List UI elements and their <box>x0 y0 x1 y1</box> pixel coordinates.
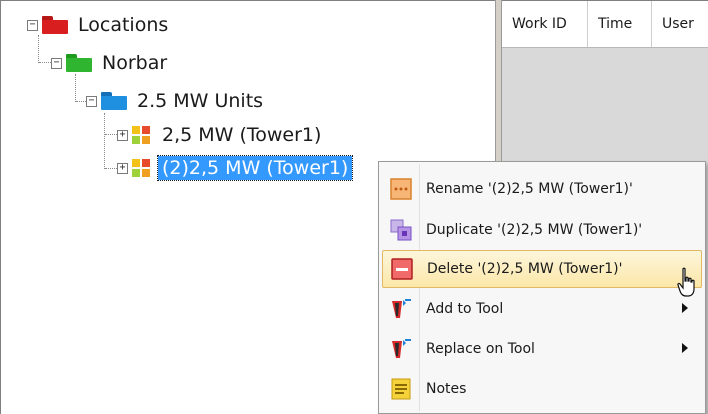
column-header-time[interactable]: Time <box>588 1 652 47</box>
folder-icon <box>66 54 92 72</box>
expand-toggle[interactable]: + <box>117 129 128 141</box>
tree-node-norbar[interactable]: − Norbar <box>51 49 171 77</box>
collapse-toggle[interactable]: − <box>27 19 38 31</box>
collapse-toggle[interactable]: − <box>86 95 97 107</box>
menu-item-label: Add to Tool <box>426 301 504 317</box>
expand-toggle[interactable]: + <box>117 162 128 174</box>
menu-item-label: Duplicate '(2)2,5 MW (Tower1)' <box>426 222 643 238</box>
tower-icon <box>132 126 150 144</box>
grid-header: Work ID Time User <box>502 1 708 48</box>
context-menu: Rename '(2)2,5 MW (Tower1)' Duplicate '(… <box>378 161 706 414</box>
folder-icon <box>101 92 127 110</box>
tree-node-locations[interactable]: − Locations <box>27 11 172 39</box>
menu-item-delete[interactable]: Delete '(2)2,5 MW (Tower1)' <box>382 250 702 288</box>
submenu-arrow-icon <box>682 303 688 313</box>
delete-icon <box>391 258 413 280</box>
folder-icon <box>42 16 68 34</box>
column-header-user[interactable]: User <box>652 1 708 47</box>
menu-item-label: Replace on Tool <box>426 341 535 357</box>
tree-node-tower1-copy[interactable]: + (2)2,5 MW (Tower1) <box>117 154 354 182</box>
tower-icon <box>132 159 150 177</box>
app-window: − Locations − Norbar − 2.5 MW Units + 2,… <box>0 0 708 414</box>
column-header-work-id[interactable]: Work ID <box>502 1 588 47</box>
tree-line <box>75 74 76 102</box>
menu-item-add-to-tool[interactable]: Add to Tool <box>382 290 702 328</box>
menu-item-notes[interactable]: Notes <box>382 370 702 408</box>
mouse-cursor-icon <box>677 267 695 297</box>
notes-icon <box>390 378 412 400</box>
tree-node-label: Norbar <box>102 52 168 74</box>
duplicate-icon <box>390 219 412 241</box>
tree-node-label-selected: (2)2,5 MW (Tower1) <box>156 155 354 181</box>
replace-on-tool-icon <box>390 338 412 360</box>
tree-line <box>104 113 105 169</box>
menu-item-label: Delete '(2)2,5 MW (Tower1)' <box>427 261 623 277</box>
tree-node-2-5-mw-units[interactable]: − 2.5 MW Units <box>86 87 267 115</box>
tree-node-label: 2.5 MW Units <box>137 90 264 112</box>
tree-node-tower1[interactable]: + 2,5 MW (Tower1) <box>117 121 325 149</box>
menu-item-duplicate[interactable]: Duplicate '(2)2,5 MW (Tower1)' <box>382 211 702 249</box>
collapse-toggle[interactable]: − <box>51 57 62 69</box>
submenu-arrow-icon <box>682 343 688 353</box>
rename-icon <box>390 178 412 200</box>
tree-line <box>39 62 51 63</box>
tree-line <box>38 35 39 63</box>
menu-item-rename[interactable]: Rename '(2)2,5 MW (Tower1)' <box>382 170 702 208</box>
menu-item-label: Rename '(2)2,5 MW (Tower1)' <box>426 181 633 197</box>
menu-item-replace-on-tool[interactable]: Replace on Tool <box>382 330 702 368</box>
add-to-tool-icon <box>390 298 412 320</box>
tree-node-label: 2,5 MW (Tower1) <box>162 124 322 146</box>
tree-node-label: Locations <box>78 14 169 36</box>
menu-item-label: Notes <box>426 381 467 397</box>
